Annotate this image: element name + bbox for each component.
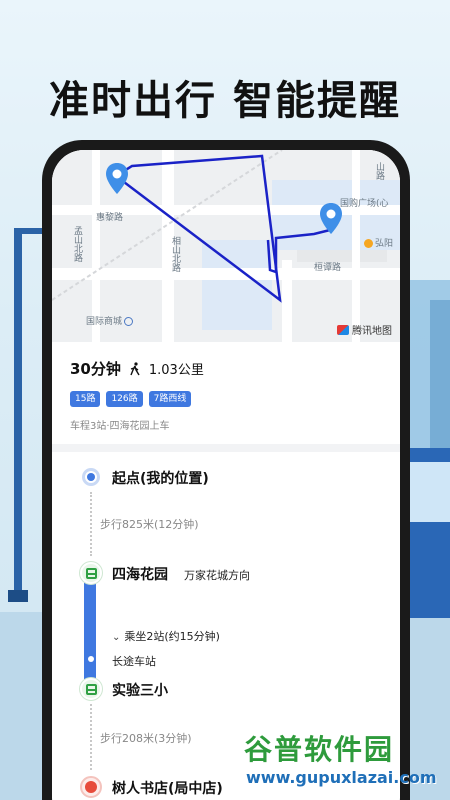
street-lamp-base (8, 590, 28, 602)
bus-ride-line (84, 572, 96, 682)
headline: 准时出行 智能提醒 (49, 78, 401, 124)
ride-info-toggle[interactable]: ⌄ 乘坐2站(约15分钟) (112, 628, 220, 644)
alight-stop-name: 实验三小 (112, 683, 168, 699)
map-label-huili-road: 惠黎路 (96, 213, 124, 223)
bus-line-tag: 15路 (70, 391, 101, 407)
poi-icon (124, 317, 134, 326)
map-label-intl-mall: 国际商城 (86, 314, 134, 327)
bus-line-tags: 15路 126路 7路西线 (70, 391, 382, 407)
board-stop-name: 四海花园 (112, 567, 168, 583)
board-direction: 万家花城方向 (184, 569, 250, 582)
poi-orange-icon (364, 239, 373, 248)
map-label-mountain-road: 山路 (374, 162, 384, 180)
bus-stop-icon (80, 562, 102, 584)
route-summary[interactable]: 30分钟 1.03公里 15路 126路 7路西线 车程3站·四海花园上车 (52, 342, 400, 432)
intermediate-stop-dot (88, 656, 94, 662)
map-label-hongyang: 弘阳 (364, 236, 393, 249)
start-location-icon (82, 468, 100, 486)
phone-screen: 惠黎路 孟山北路 相山北路 桓谭路 国际商城 国购广场(心 弘阳 山路 腾讯地图… (52, 150, 400, 800)
bus-stop-icon (80, 678, 102, 700)
map-label-mengshan-north-road: 孟山北路 (72, 226, 82, 262)
walking-person-icon (130, 361, 140, 375)
bus-line-tag: 7路西线 (148, 391, 192, 407)
ride-note: 车程3站·四海花园上车 (70, 421, 170, 432)
walk-step-1: 步行825米(12分钟) (100, 518, 199, 531)
chevron-down-icon: ⌄ (112, 632, 121, 643)
start-pin-icon (106, 163, 128, 194)
street-lamp-pole (14, 232, 22, 602)
section-divider (52, 444, 400, 452)
walk-path-line (90, 492, 92, 556)
destination-label: 树人书店(局中店) (112, 781, 223, 797)
map-label-intl-plaza: 国购广场(心 (340, 199, 389, 209)
map-label-xiangshan-north-road: 相山北路 (170, 236, 180, 272)
bus-line-tag: 126路 (106, 391, 143, 407)
watermark-url: www.gupuxlazai.com (246, 768, 437, 787)
walk-distance: 1.03公里 (148, 363, 204, 378)
map-label-hengtan-road: 桓谭路 (314, 263, 342, 273)
walk-step-2: 步行208米(3分钟) (100, 732, 192, 745)
background-bus-window (406, 462, 450, 522)
intermediate-stop-name: 长途车站 (112, 655, 156, 668)
route-duration: 30分钟 (70, 360, 121, 378)
watermark: 谷普软件园 www.gupuxlazai.com (244, 728, 450, 800)
destination-icon (80, 776, 102, 798)
start-point-label: 起点(我的位置) (112, 471, 209, 487)
tencent-map-icon (337, 324, 349, 335)
walk-path-line (90, 704, 92, 770)
map-provider-logo: 腾讯地图 (337, 322, 392, 337)
route-map[interactable]: 惠黎路 孟山北路 相山北路 桓谭路 国际商城 国购广场(心 弘阳 山路 腾讯地图 (52, 150, 400, 342)
watermark-title: 谷普软件园 (244, 733, 395, 766)
